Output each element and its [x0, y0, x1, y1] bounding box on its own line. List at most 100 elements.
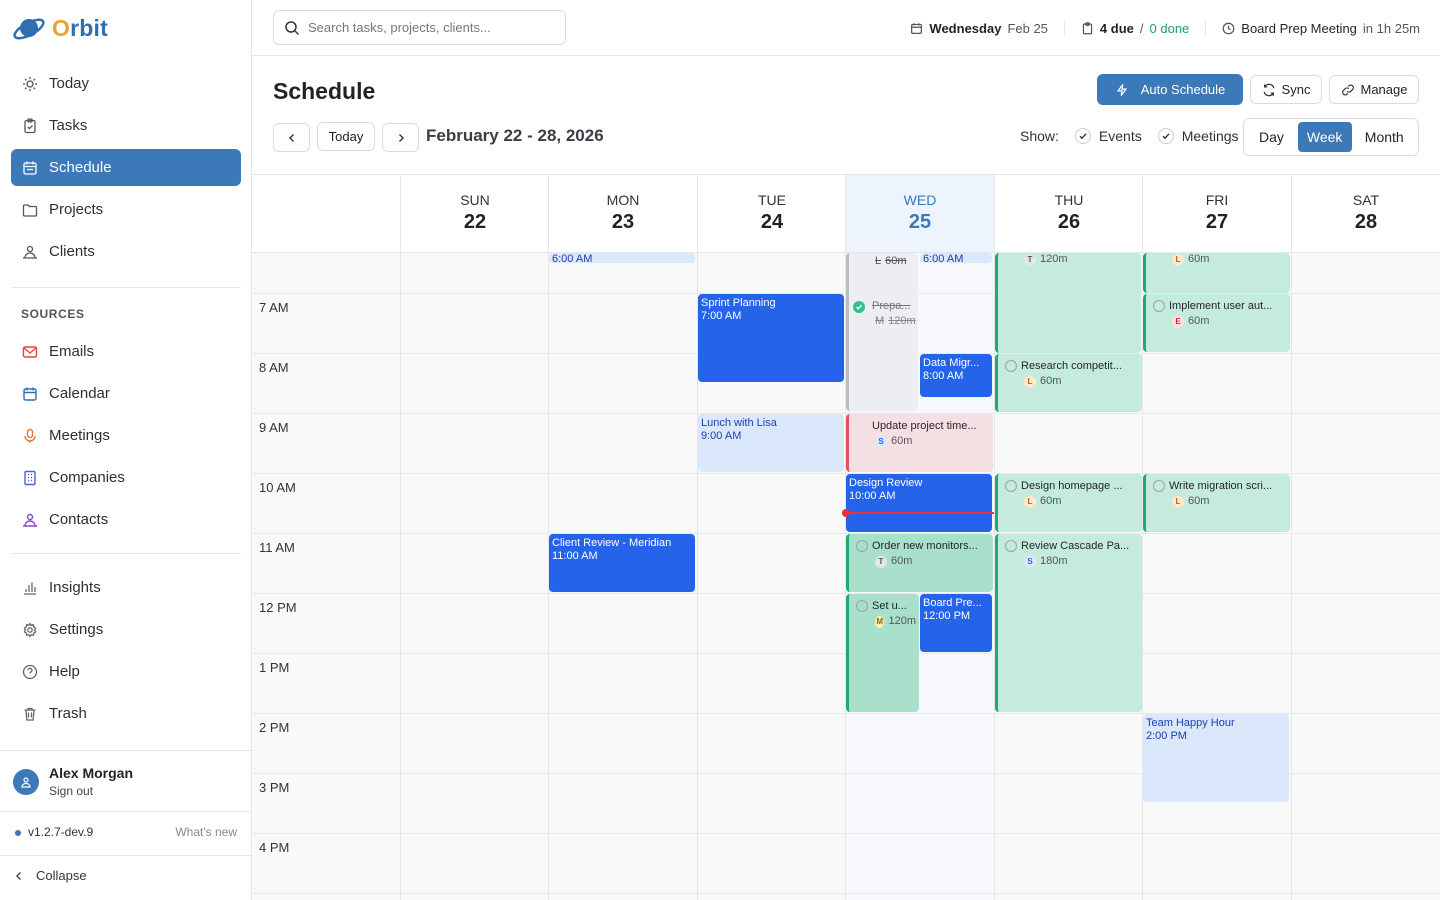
- task-implement-user-auth[interactable]: Implement user aut... E 60m: [1143, 294, 1290, 352]
- event-board-prep[interactable]: Board Pre... 12:00 PM: [920, 594, 992, 652]
- next-week-button[interactable]: [382, 123, 419, 152]
- task-checkbox[interactable]: [1005, 360, 1017, 372]
- calendar-icon: [911, 22, 923, 34]
- task-friday-early[interactable]: L 60m: [1143, 253, 1290, 293]
- collapse-button[interactable]: Collapse: [14, 868, 87, 883]
- today-button[interactable]: Today: [317, 122, 375, 151]
- show-filters: Show: Events Meetings: [1020, 128, 1239, 144]
- hour-label: 1 PM: [259, 660, 290, 675]
- nav-item-emails[interactable]: Emails: [11, 333, 241, 370]
- task-set-up[interactable]: Set u... M 120m: [846, 594, 919, 712]
- view-day[interactable]: Day: [1247, 122, 1296, 152]
- event-data-migration[interactable]: Data Migr... 8:00 AM: [920, 354, 992, 397]
- user-icon: [21, 777, 31, 788]
- event-lunch-with-lisa[interactable]: Lunch with Lisa 9:00 AM: [698, 414, 844, 472]
- day-name: SAT: [1352, 192, 1380, 208]
- prev-week-button[interactable]: [273, 123, 310, 152]
- task-checkbox[interactable]: [1005, 540, 1017, 552]
- event-monday-early[interactable]: 6:00 AM: [549, 253, 695, 263]
- day-number: 24: [760, 211, 784, 233]
- task-thursday-early[interactable]: T 120m: [995, 253, 1141, 353]
- task-order-new-monitors[interactable]: Order new monitors... T 60m: [846, 534, 993, 592]
- nav-item-calendar[interactable]: Calendar: [11, 375, 241, 412]
- task-meta: L 60m: [1024, 375, 1139, 388]
- task-duration: 180m: [1040, 555, 1068, 567]
- view-month[interactable]: Month: [1354, 122, 1416, 152]
- nav-item-tasks[interactable]: Tasks: [11, 107, 241, 144]
- nav-item-companies[interactable]: Companies: [11, 459, 241, 496]
- nav-item-today[interactable]: Today: [11, 65, 241, 102]
- avatar[interactable]: [13, 769, 39, 795]
- day-number: 27: [1205, 211, 1229, 233]
- task-badge: S: [1024, 555, 1036, 568]
- sync-button[interactable]: Sync: [1250, 75, 1322, 104]
- whats-new-link[interactable]: What's new: [175, 825, 237, 839]
- app-logo[interactable]: Orbit: [12, 12, 108, 44]
- nav-item-schedule[interactable]: Schedule: [11, 149, 241, 186]
- due-count: 4 due: [1099, 20, 1134, 36]
- current-date: Wednesday Feb 25: [894, 20, 1065, 36]
- day-header-fri[interactable]: FRI 27: [1142, 175, 1291, 253]
- manage-button[interactable]: Manage: [1329, 75, 1419, 104]
- day-header-thu[interactable]: THU 26: [994, 175, 1143, 253]
- hour-line: [252, 833, 1440, 834]
- task-review-cascade[interactable]: Review Cascade Pa... S 180m: [995, 534, 1142, 712]
- nav-item-help[interactable]: Help: [11, 653, 241, 690]
- app-name: Orbit: [52, 14, 108, 41]
- task-research-competitors[interactable]: Research competit... L 60m: [995, 354, 1142, 412]
- task-checkbox[interactable]: [856, 540, 868, 552]
- task-design-homepage[interactable]: Design homepage ... L 60m: [995, 474, 1142, 532]
- event-client-review-meridian[interactable]: Client Review - Meridian 11:00 AM: [549, 534, 695, 592]
- nav-item-clients[interactable]: Clients: [11, 233, 241, 270]
- hour-label: 11 AM: [259, 540, 295, 555]
- task-checkbox[interactable]: [1153, 300, 1165, 312]
- nav-item-insights[interactable]: Insights: [11, 569, 241, 606]
- nav-label: Clients: [49, 243, 95, 260]
- day-header-mon[interactable]: MON 23: [548, 175, 697, 253]
- event-sprint-planning[interactable]: Sprint Planning 7:00 AM: [698, 294, 844, 382]
- sync-icon: [1263, 83, 1274, 96]
- task-checkbox[interactable]: [1005, 480, 1017, 492]
- event-team-happy-hour[interactable]: Team Happy Hour 2:00 PM: [1143, 714, 1289, 802]
- task-write-migration-script[interactable]: Write migration scri... L 60m: [1143, 474, 1290, 532]
- divider: [11, 287, 241, 288]
- sources-label: SOURCES: [21, 307, 85, 321]
- current-time-line: [846, 512, 994, 514]
- task-counts[interactable]: 4 due / 0 done: [1065, 20, 1207, 36]
- event-wednesday-early[interactable]: 6:00 AM: [920, 253, 992, 263]
- day-header-tue[interactable]: TUE 24: [697, 175, 846, 253]
- day-header-wed[interactable]: WED 25: [845, 175, 994, 253]
- help-icon: [21, 663, 39, 681]
- version-panel: v1.2.7-dev.9 What's new: [0, 812, 251, 856]
- event-design-review[interactable]: Design Review 10:00 AM: [846, 474, 992, 532]
- task-checkbox[interactable]: [1153, 480, 1165, 492]
- nav-item-contacts[interactable]: Contacts: [11, 501, 241, 538]
- task-checkbox[interactable]: [856, 600, 868, 612]
- day-column[interactable]: [1291, 253, 1440, 900]
- events-toggle[interactable]: Events: [1074, 128, 1142, 144]
- nav-label: Companies: [49, 469, 125, 486]
- nav-item-projects[interactable]: Projects: [11, 191, 241, 228]
- nav-item-meetings[interactable]: Meetings: [11, 417, 241, 454]
- day-column[interactable]: [400, 253, 549, 900]
- nav-label: Insights: [49, 579, 101, 596]
- day-header-sat[interactable]: SAT 28: [1291, 175, 1440, 253]
- auto-schedule-button[interactable]: Auto Schedule: [1097, 74, 1243, 105]
- search-box[interactable]: [273, 10, 566, 45]
- view-week[interactable]: Week: [1297, 122, 1352, 152]
- day-header-sun[interactable]: SUN 22: [400, 175, 549, 253]
- nav-item-settings[interactable]: Settings: [11, 611, 241, 648]
- people-icon: [21, 243, 39, 261]
- task-meta: E 60m: [1172, 315, 1287, 328]
- task-update-project-timeline[interactable]: Update project time... S 60m: [846, 414, 993, 472]
- nav-item-trash[interactable]: Trash: [11, 695, 241, 732]
- sign-out-link[interactable]: Sign out: [49, 784, 93, 798]
- hour-label: 12 PM: [259, 600, 297, 615]
- hour-line: [252, 413, 1440, 414]
- hour-label: 10 AM: [259, 480, 296, 495]
- search-input[interactable]: [308, 20, 548, 35]
- meetings-toggle[interactable]: Meetings: [1157, 128, 1239, 144]
- task-prepare-done[interactable]: Prepa... M 120m: [849, 297, 918, 337]
- user-name: Alex Morgan: [49, 765, 134, 781]
- next-meeting[interactable]: Board Prep Meeting in 1h 25m: [1206, 20, 1420, 36]
